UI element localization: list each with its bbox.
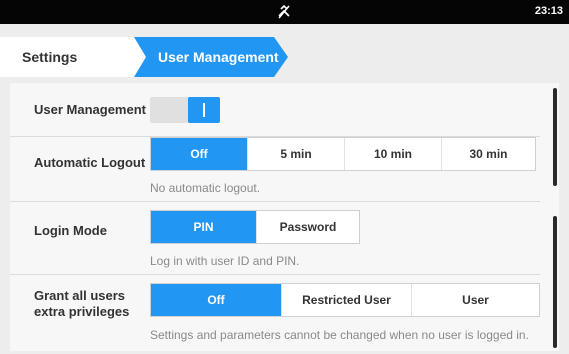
status-time: 23:13 xyxy=(534,5,563,17)
settings-panel: User Management Automatic Logout Off 5 m… xyxy=(10,83,559,351)
scrollbar-thumb[interactable] xyxy=(553,216,557,348)
scrollbar-thumb[interactable] xyxy=(553,88,557,186)
user-management-label: User Management xyxy=(34,102,146,117)
extra-privileges-hint: Settings and parameters cannot be change… xyxy=(150,328,529,342)
breadcrumb: Settings User Management xyxy=(0,30,569,84)
extra-privileges-label-line1: Grant all users xyxy=(34,288,126,303)
divider xyxy=(10,274,540,275)
privileges-option-restricted-user[interactable]: Restricted User xyxy=(282,284,412,316)
scrollbar[interactable] xyxy=(553,88,557,348)
login-mode-label: Login Mode xyxy=(34,223,107,238)
toggle-knob xyxy=(188,97,220,123)
automatic-logout-hint: No automatic logout. xyxy=(150,181,261,195)
privileges-option-user[interactable]: User xyxy=(412,284,539,316)
privileges-option-off[interactable]: Off xyxy=(151,284,282,316)
breadcrumb-user-management[interactable]: User Management xyxy=(134,37,288,77)
status-bar: 23:13 xyxy=(0,0,569,24)
breadcrumb-user-management-label: User Management xyxy=(158,49,279,65)
login-option-pin[interactable]: PIN xyxy=(151,211,257,243)
automatic-logout-selector: Off 5 min 10 min 30 min xyxy=(150,137,536,171)
divider xyxy=(10,201,540,202)
logout-option-off[interactable]: Off xyxy=(151,138,248,170)
login-mode-selector: PIN Password xyxy=(150,210,360,244)
login-mode-hint: Log in with user ID and PIN. xyxy=(150,254,300,268)
login-option-password[interactable]: Password xyxy=(257,211,359,243)
user-management-toggle[interactable] xyxy=(150,97,220,123)
breadcrumb-settings-label: Settings xyxy=(22,49,78,65)
automatic-logout-label: Automatic Logout xyxy=(34,155,146,170)
extra-privileges-selector: Off Restricted User User xyxy=(150,283,540,317)
extra-privileges-label-line2: extra privileges xyxy=(34,304,130,319)
extra-privileges-label: Grant all users extra privileges xyxy=(34,288,129,320)
logout-option-30min[interactable]: 30 min xyxy=(442,138,535,170)
logout-option-5min[interactable]: 5 min xyxy=(248,138,345,170)
no-signal-icon xyxy=(278,4,290,19)
logout-option-10min[interactable]: 10 min xyxy=(345,138,442,170)
